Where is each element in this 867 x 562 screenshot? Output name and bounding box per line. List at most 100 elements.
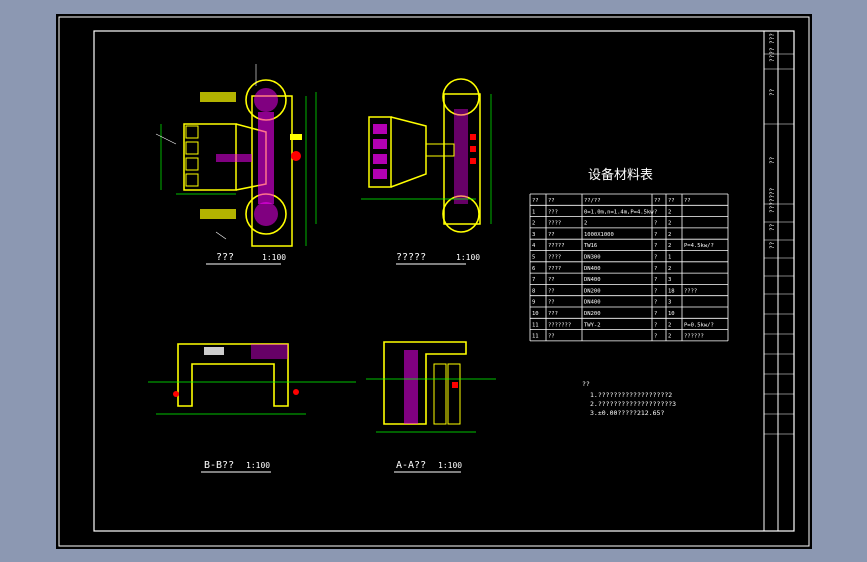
plan2-view-title: ????? <box>396 252 426 263</box>
table-cell: ? <box>654 232 657 238</box>
section-aa <box>366 341 496 433</box>
table-cell: 4 <box>532 243 536 249</box>
note-line: 2.???????????????????3 <box>590 400 676 408</box>
note-line: 3.±0.00?????212.65? <box>590 409 664 417</box>
table-cell: 2 <box>668 221 671 227</box>
table-cell: 2 <box>668 209 671 215</box>
plan-view-scale: 1:100 <box>262 253 286 262</box>
table-cell: ???? <box>548 221 561 227</box>
table-cell: ? <box>654 221 657 227</box>
table-cell: ? <box>654 266 657 272</box>
table-cell: 1 <box>668 255 671 261</box>
table-cell: ????? <box>548 243 565 249</box>
title-block-label: ?? <box>769 223 776 231</box>
table-cell: 2 <box>668 232 671 238</box>
drawing-canvas: ?????????????????????? ??? 1:100 ????? 1… <box>58 16 810 547</box>
table-cell: 6 <box>532 266 535 272</box>
table-cell: 7 <box>532 277 535 283</box>
title-block-label: ???? <box>769 47 776 62</box>
section-bb <box>148 343 356 415</box>
material-table: 设备材料表 ???? ??/?????? ??1??? 0=1.0m,n=1.4m,P… <box>529 167 729 342</box>
table-cell: ?? <box>548 288 555 294</box>
table-cell: 2 <box>584 221 587 227</box>
table-cell: ?????? <box>684 334 704 340</box>
table-cell: ??????? <box>548 322 571 328</box>
title-block-label: ?? <box>769 241 776 249</box>
table-header-cell: ?? <box>668 198 675 204</box>
notes: ?? 1.??????????????????2 2.?????????????… <box>582 380 676 417</box>
table-cell: ?? <box>548 334 555 340</box>
table-cell: ??? <box>548 311 558 317</box>
table-header-cell: ?? <box>532 198 539 204</box>
table-header-cell: ??/?? <box>584 198 601 204</box>
table-cell: 3 <box>668 277 671 283</box>
table-cell: 10 <box>668 311 675 317</box>
table-cell: 1 <box>532 209 535 215</box>
table-cell: P=4.5kw/? <box>684 243 714 249</box>
table-cell: 11 <box>532 334 539 340</box>
table-header-cell: ?? <box>684 198 691 204</box>
table-cell: ? <box>654 311 657 317</box>
drawing-sheet: ?????????????????????? ??? 1:100 ????? 1… <box>56 14 812 549</box>
table-cell: 2 <box>668 266 671 272</box>
table-cell: 2 <box>532 221 535 227</box>
table-cell: 3 <box>532 232 535 238</box>
table-cell: ???? <box>548 255 561 261</box>
plan2-view-scale: 1:100 <box>456 253 480 262</box>
plan-view-2 <box>361 78 492 233</box>
table-cell: ? <box>654 322 657 328</box>
notes-heading: ?? <box>582 380 590 388</box>
table-cell: 18 <box>668 288 675 294</box>
table-header-cell: ?? <box>548 198 555 204</box>
table-cell: DN200 <box>584 311 601 317</box>
table-cell: 0=1.0m,n=1.4m,P=4.5kw <box>584 209 654 215</box>
table-cell: ? <box>654 288 657 294</box>
table-cell: 5 <box>532 255 535 261</box>
title-block-label: ?? <box>769 156 776 164</box>
table-cell: ???? <box>548 266 561 272</box>
table-cell: P=0.5kw/? <box>684 322 714 328</box>
table-cell: ? <box>654 255 657 261</box>
title-block-label: ?? <box>769 88 776 96</box>
table-cell: 2 <box>668 322 671 328</box>
table-cell: 8 <box>532 288 535 294</box>
table-cell: DN200 <box>584 288 601 294</box>
section-aa-title: A-A?? <box>396 460 426 471</box>
table-cell: 10 <box>532 311 539 317</box>
section-bb-scale: 1:100 <box>246 461 270 470</box>
table-cell: DN400 <box>584 277 601 283</box>
plan-view <box>155 64 317 247</box>
note-line: 1.??????????????????2 <box>590 391 672 399</box>
title-block-label: ??????? <box>769 187 776 213</box>
table-cell: 2 <box>668 334 671 340</box>
table-cell: TWY-2 <box>584 322 601 328</box>
title-block-label: ??? <box>769 33 776 44</box>
section-bb-title: B-B?? <box>204 460 234 471</box>
table-cell: ?? <box>548 232 555 238</box>
table-cell: 9 <box>532 300 535 306</box>
table-cell: ? <box>654 277 657 283</box>
table-cell: ???? <box>684 288 697 294</box>
table-cell: DN300 <box>584 255 601 261</box>
table-cell: 2 <box>668 243 671 249</box>
table-cell: 11 <box>532 322 539 328</box>
table-cell: ? <box>654 334 657 340</box>
table-cell: ? <box>654 300 657 306</box>
cad-viewer[interactable]: ?????????????????????? ??? 1:100 ????? 1… <box>0 0 867 562</box>
section-aa-scale: 1:100 <box>438 461 462 470</box>
title-block-text: ?????????????????????? <box>769 33 776 249</box>
table-cell: 3 <box>668 300 671 306</box>
table-cell: ?? <box>548 300 555 306</box>
table-cell: ?? <box>548 277 555 283</box>
table-cell: DN400 <box>584 300 601 306</box>
table-title: 设备材料表 <box>588 167 653 183</box>
table-cell: ??? <box>548 209 558 215</box>
plan-view-title: ??? <box>216 252 234 263</box>
table-cell: DN400 <box>584 266 601 272</box>
table-cell: 1000X1000 <box>584 232 614 238</box>
table-cell: TW16 <box>584 243 597 249</box>
table-header-cell: ?? <box>654 198 661 204</box>
table-cell: ? <box>654 209 657 215</box>
view-titles: ??? 1:100 ????? 1:100 B-B?? 1:100 A-A?? … <box>204 252 480 471</box>
table-cell: ? <box>654 243 657 249</box>
